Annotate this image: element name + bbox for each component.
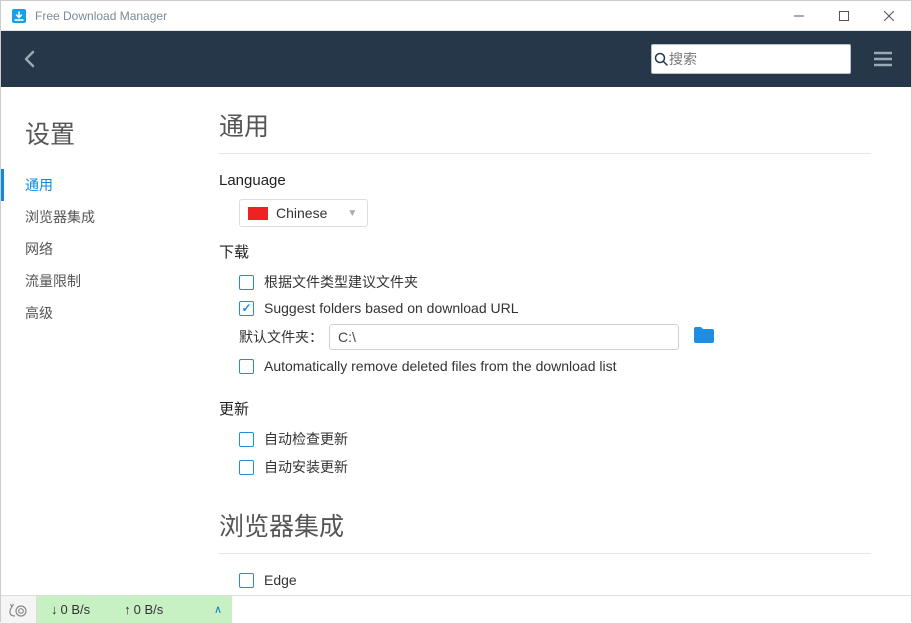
language-heading: Language: [219, 172, 871, 189]
language-select[interactable]: Chinese ▼: [239, 199, 368, 227]
upload-arrow-icon: ↑: [124, 602, 131, 617]
back-button[interactable]: [15, 44, 45, 74]
default-folder-input[interactable]: [329, 324, 679, 350]
checkbox-label: Suggest folders based on download URL: [264, 300, 519, 316]
download-speed: 0 B/s: [61, 602, 91, 617]
upload-speed: 0 B/s: [134, 602, 164, 617]
checkbox-auto-check-updates[interactable]: [239, 432, 254, 447]
sidebar-item-traffic-limits[interactable]: 流量限制: [1, 265, 201, 297]
snail-mode-button[interactable]: [1, 596, 37, 623]
sidebar-title: 设置: [1, 107, 201, 169]
section-title: 通用: [219, 107, 871, 143]
checkbox-auto-install-updates[interactable]: [239, 460, 254, 475]
checkbox-label: 自动安装更新: [264, 457, 348, 477]
search-icon: [652, 52, 669, 66]
section-divider: [219, 553, 871, 554]
chevron-down-icon: ▼: [347, 208, 357, 219]
settings-sidebar: 设置 通用 浏览器集成 网络 流量限制 高级: [1, 87, 201, 595]
sidebar-item-advanced[interactable]: 高级: [1, 297, 201, 329]
download-arrow-icon: ↓: [51, 602, 58, 617]
browse-folder-button[interactable]: [693, 326, 715, 349]
language-value: Chinese: [276, 205, 327, 221]
checkbox-label: Edge: [264, 572, 297, 588]
speed-indicator[interactable]: ↓ 0 B/s ↑ 0 B/s ∧: [37, 596, 232, 623]
sidebar-item-browser-integration[interactable]: 浏览器集成: [1, 201, 201, 233]
default-folder-label: 默认文件夹：: [239, 327, 323, 347]
content-area: 设置 通用 浏览器集成 网络 流量限制 高级 通用 Language Chine…: [1, 87, 911, 595]
download-heading: 下载: [219, 241, 871, 262]
checkbox-suggest-by-url[interactable]: [239, 301, 254, 316]
search-input[interactable]: [669, 51, 850, 67]
sidebar-item-general[interactable]: 通用: [1, 169, 201, 201]
app-logo-icon: [11, 8, 27, 24]
status-bar: ↓ 0 B/s ↑ 0 B/s ∧: [1, 595, 911, 623]
minimize-button[interactable]: [776, 1, 821, 31]
browser-integration-title: 浏览器集成: [219, 507, 871, 543]
window-controls: [776, 1, 911, 31]
window-title: Free Download Manager: [35, 9, 776, 23]
checkbox-auto-remove-deleted[interactable]: [239, 359, 254, 374]
sidebar-item-network[interactable]: 网络: [1, 233, 201, 265]
section-divider: [219, 153, 871, 154]
updates-heading: 更新: [219, 398, 871, 419]
checkbox-label: Automatically remove deleted files from …: [264, 358, 617, 374]
hamburger-menu-button[interactable]: [869, 45, 897, 73]
checkbox-edge[interactable]: [239, 573, 254, 588]
search-box[interactable]: [651, 44, 851, 74]
flag-icon: [248, 207, 268, 220]
close-button[interactable]: [866, 1, 911, 31]
checkbox-suggest-by-type[interactable]: [239, 275, 254, 290]
chevron-up-icon[interactable]: ∧: [214, 603, 222, 616]
toolbar: [1, 31, 911, 87]
checkbox-label: 根据文件类型建议文件夹: [264, 272, 418, 292]
checkbox-label: 自动检查更新: [264, 429, 348, 449]
maximize-button[interactable]: [821, 1, 866, 31]
window-titlebar: Free Download Manager: [1, 1, 911, 31]
settings-main: 通用 Language Chinese ▼ 下载 根据文件类型建议文件夹 Sug…: [201, 87, 911, 595]
